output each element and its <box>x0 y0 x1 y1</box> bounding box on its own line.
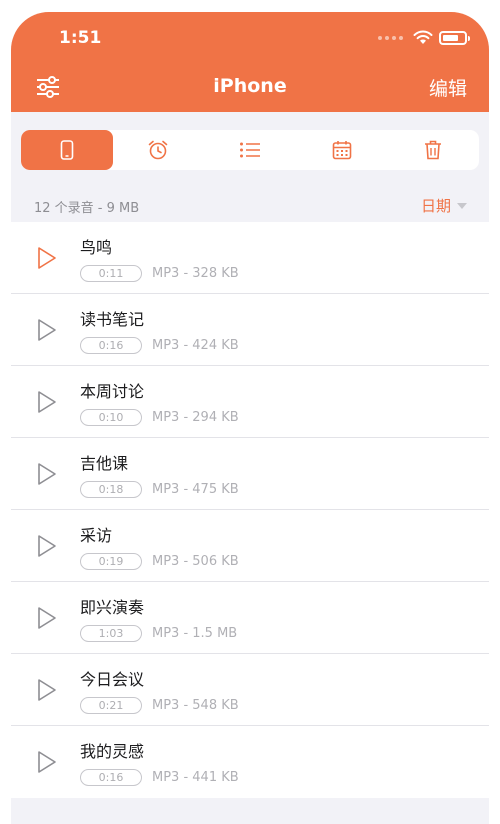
duration-badge: 0:11 <box>80 265 142 282</box>
trash-icon <box>425 140 442 160</box>
recordings-summary: 12 个录音 - 9 MB <box>34 201 140 216</box>
tab-trash[interactable] <box>387 130 479 170</box>
recording-title: 我的灵感 <box>80 742 145 761</box>
recording-title: 今日会议 <box>80 670 145 689</box>
tab-calendar[interactable] <box>296 130 388 170</box>
recording-title: 吉他课 <box>80 454 129 473</box>
header: 1:51 iPhone 编辑 <box>11 12 489 112</box>
duration-badge: 1:03 <box>80 625 142 642</box>
recording-row[interactable]: 即兴演奏 1:03 MP3 - 1.5 MB <box>11 582 489 654</box>
file-info: MP3 - 424 KB <box>152 338 239 353</box>
duration-badge: 0:21 <box>80 697 142 714</box>
tab-list[interactable] <box>204 130 296 170</box>
duration-badge: 0:18 <box>80 481 142 498</box>
sort-dropdown[interactable]: 日期 <box>421 195 467 216</box>
recording-title: 本周讨论 <box>80 382 145 401</box>
status-time: 1:51 <box>59 28 102 48</box>
play-icon[interactable] <box>37 750 57 774</box>
duration-badge: 0:16 <box>80 769 142 786</box>
file-info: MP3 - 294 KB <box>152 410 239 425</box>
recording-row[interactable]: 鸟鸣 0:11 MP3 - 328 KB <box>11 222 489 294</box>
play-icon[interactable] <box>37 390 57 414</box>
duration-badge: 0:16 <box>80 337 142 354</box>
status-icons <box>378 30 470 45</box>
list-icon <box>239 142 260 158</box>
app-screen: 1:51 iPhone 编辑 12 个录音 - 9 MB 日期 鸟鸣 0:11 … <box>11 12 489 824</box>
file-info: MP3 - 475 KB <box>152 482 239 497</box>
file-info: MP3 - 506 KB <box>152 554 239 569</box>
recording-title: 鸟鸣 <box>80 238 113 257</box>
caret-down-icon <box>457 202 467 209</box>
recording-title: 读书笔记 <box>80 310 145 329</box>
play-icon[interactable] <box>37 678 57 702</box>
recordings-list: 鸟鸣 0:11 MP3 - 328 KB 读书笔记 0:16 MP3 - 424 KB 本周… <box>11 222 489 798</box>
tab-phone[interactable] <box>21 130 113 170</box>
calendar-icon <box>332 141 351 160</box>
recording-row[interactable]: 本周讨论 0:10 MP3 - 294 KB <box>11 366 489 438</box>
recording-title: 即兴演奏 <box>80 598 145 617</box>
play-icon[interactable] <box>37 534 57 558</box>
file-info: MP3 - 328 KB <box>152 266 239 281</box>
file-info: MP3 - 1.5 MB <box>152 626 238 641</box>
recording-row[interactable]: 读书笔记 0:16 MP3 - 424 KB <box>11 294 489 366</box>
page-title: iPhone <box>213 75 287 97</box>
recording-row[interactable]: 我的灵感 0:16 MP3 - 441 KB <box>11 726 489 798</box>
battery-icon <box>439 30 470 45</box>
duration-badge: 0:19 <box>80 553 142 570</box>
play-icon[interactable] <box>37 246 57 270</box>
file-info: MP3 - 441 KB <box>152 770 239 785</box>
file-info: MP3 - 548 KB <box>152 698 239 713</box>
wifi-icon <box>413 30 433 44</box>
source-segmented-control <box>21 130 479 170</box>
recording-row[interactable]: 采访 0:19 MP3 - 506 KB <box>11 510 489 582</box>
play-icon[interactable] <box>37 462 57 486</box>
duration-badge: 0:10 <box>80 409 142 426</box>
tab-alarm[interactable] <box>113 130 205 170</box>
phone-icon <box>60 140 74 160</box>
recording-row[interactable]: 今日会议 0:21 MP3 - 548 KB <box>11 654 489 726</box>
recording-row[interactable]: 吉他课 0:18 MP3 - 475 KB <box>11 438 489 510</box>
play-icon[interactable] <box>37 318 57 342</box>
recording-title: 采访 <box>80 526 113 545</box>
alarm-icon <box>149 140 168 160</box>
edit-button[interactable]: 编辑 <box>429 74 467 101</box>
sort-label: 日期 <box>420 197 451 215</box>
signal-icon <box>378 35 403 40</box>
play-icon[interactable] <box>37 606 57 630</box>
